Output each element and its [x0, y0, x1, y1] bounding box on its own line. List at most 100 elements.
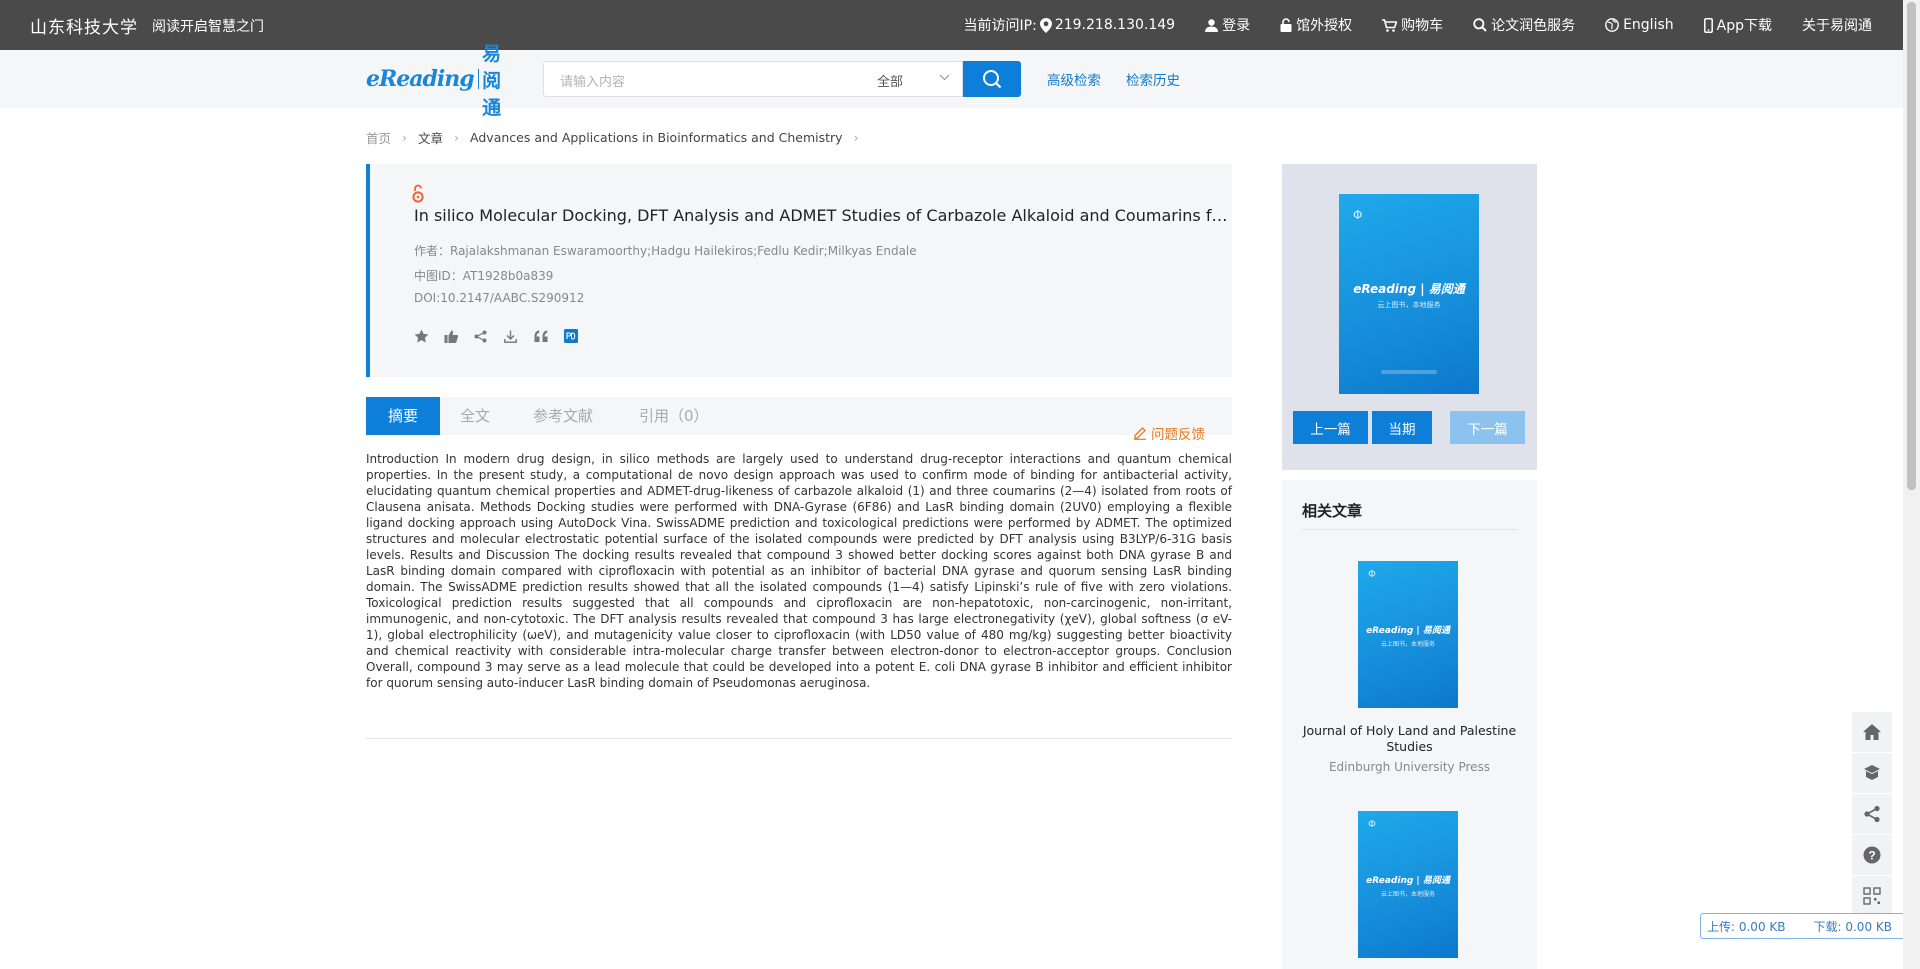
lock-icon	[1280, 18, 1292, 32]
cover-subtitle: 云上图书，本地服务	[1380, 891, 1436, 898]
cover-logo: eReading | 易阅通	[1353, 282, 1465, 296]
cart-link[interactable]: 购物车	[1382, 15, 1443, 35]
chevron-right-icon: ›	[402, 130, 408, 145]
cover-mark-icon: Φ	[1368, 819, 1376, 830]
search-icon	[983, 70, 1002, 89]
article-info-card: In silico Molecular Docking, DFT Analysi…	[366, 164, 1232, 377]
globe-icon	[1605, 18, 1619, 32]
bookshelf-button[interactable]	[1852, 753, 1892, 794]
cart-icon	[1382, 18, 1398, 32]
home-button[interactable]	[1852, 712, 1892, 753]
search-button[interactable]	[963, 61, 1021, 97]
login-label: 登录	[1222, 18, 1251, 34]
transfer-speed-widget: 上传: 0.00 KB 下载: 0.00 KB	[1700, 913, 1910, 939]
breadcrumb-articles[interactable]: 文章	[418, 128, 443, 147]
user-icon	[1205, 18, 1219, 32]
share-icon	[474, 330, 487, 342]
star-icon	[414, 329, 429, 343]
related-articles-panel: 相关文章 Φ eReading | 易阅通 云上图书，本地服务 Journal …	[1282, 480, 1537, 969]
location-pin-icon	[1039, 17, 1052, 33]
login-link[interactable]: 登录	[1205, 15, 1250, 35]
polish-service-label: 论文润色服务	[1491, 18, 1576, 34]
related-cover-image[interactable]: Φ eReading | 易阅通 云上图书，本地服务	[1358, 811, 1458, 958]
favorite-button[interactable]	[414, 327, 444, 345]
journal-cover-image[interactable]: Φ eReading | 易阅通 云上图书，本地服务	[1339, 194, 1479, 394]
chevron-right-icon: ›	[454, 130, 460, 145]
download-button[interactable]	[504, 327, 534, 345]
top-navigation-bar: 山东科技大学 阅读开启智慧之门 当前访问IP: 219.218.130.149 …	[0, 0, 1920, 50]
offsite-auth-link[interactable]: 馆外授权	[1280, 15, 1352, 35]
logo-separator	[477, 69, 479, 89]
search-header: eReading 易阅通 请输入内容 全部 高级检索 检索历史	[0, 43, 1920, 119]
quote-icon	[534, 330, 548, 342]
tab-references[interactable]: 参考文献	[533, 397, 593, 435]
tab-citations[interactable]: 引用（0）	[639, 397, 709, 435]
edit-icon	[1134, 427, 1146, 440]
feedback-label: 问题反馈	[1151, 427, 1205, 443]
ip-value: 219.218.130.149	[1054, 17, 1176, 33]
cover-logo: eReading | 易阅通	[1366, 876, 1450, 886]
pdf-icon	[564, 329, 578, 343]
qrcode-icon	[1863, 887, 1881, 905]
issue-navigation: 上一篇 当期 下一篇	[1293, 411, 1529, 444]
feedback-link[interactable]: 问题反馈	[1133, 423, 1205, 443]
app-download-link[interactable]: App下载	[1703, 15, 1772, 35]
advanced-search-link[interactable]: 高级检索	[1047, 69, 1101, 89]
open-access-icon	[412, 184, 424, 203]
like-button[interactable]	[444, 327, 474, 345]
cover-subtitle: 云上图书，本地服务	[1380, 641, 1436, 648]
chevron-down-icon[interactable]	[939, 74, 950, 81]
qrcode-button[interactable]	[1852, 876, 1892, 917]
page-scrollbar[interactable]	[1903, 0, 1920, 969]
help-icon: ?	[1863, 846, 1881, 864]
article-actions	[414, 327, 594, 345]
share-button[interactable]	[474, 327, 504, 345]
related-article-title[interactable]: Journal of Holy Land and Palestine Studi…	[1302, 723, 1517, 755]
prev-article-button[interactable]: 上一篇	[1293, 411, 1368, 444]
search-placeholder: 请输入内容	[560, 75, 626, 90]
related-heading: 相关文章	[1302, 500, 1517, 530]
cover-subtitle: 云上图书，本地服务	[1377, 301, 1441, 309]
current-issue-button[interactable]: 当期	[1372, 411, 1432, 444]
search-icon	[1473, 18, 1487, 32]
share-icon	[1864, 805, 1880, 823]
logo-cn: 易阅通	[482, 42, 502, 119]
search-scope-select[interactable]: 全部	[877, 71, 903, 90]
share-float-button[interactable]	[1852, 794, 1892, 835]
help-button[interactable]: ?	[1852, 835, 1892, 876]
breadcrumb-journal[interactable]: Advances and Applications in Bioinformat…	[470, 130, 843, 145]
cite-button[interactable]	[534, 327, 564, 345]
svg-text:?: ?	[1868, 848, 1875, 862]
related-cover-image[interactable]: Φ eReading | 易阅通 云上图书，本地服务	[1358, 561, 1458, 708]
tab-abstract[interactable]: 摘要	[366, 397, 440, 435]
about-link[interactable]: 关于易阅通	[1802, 15, 1872, 35]
breadcrumb-home[interactable]: 首页	[366, 128, 391, 147]
floating-toolbar: ?	[1852, 712, 1892, 917]
next-article-button[interactable]: 下一篇	[1450, 411, 1525, 444]
article-authors: 作者：Rajalakshmanan Eswaramoorthy;Hadgu Ha…	[414, 244, 917, 258]
upload-speed: 上传: 0.00 KB	[1707, 919, 1786, 934]
book-icon	[1864, 765, 1880, 780]
offsite-auth-label: 馆外授权	[1296, 18, 1353, 34]
search-history-link[interactable]: 检索历史	[1126, 69, 1180, 89]
cover-mark-icon: Φ	[1353, 208, 1363, 222]
article-clc-id: 中图ID：AT1928b0a839	[414, 269, 554, 283]
chevron-right-icon: ›	[853, 130, 859, 145]
language-switch[interactable]: English	[1605, 17, 1674, 33]
scrollbar-thumb[interactable]	[1907, 2, 1916, 490]
tab-fulltext[interactable]: 全文	[460, 397, 490, 435]
article-doi[interactable]: DOI:10.2147/AABC.S290912	[414, 291, 584, 305]
download-speed: 下载: 0.00 KB	[1813, 919, 1893, 934]
content-divider	[366, 738, 1232, 739]
related-article-publisher: Edinburgh University Press	[1328, 760, 1491, 774]
phone-icon	[1703, 17, 1713, 33]
thumbs-up-icon	[444, 330, 458, 343]
cart-label: 购物车	[1401, 18, 1444, 34]
search-input[interactable]: 请输入内容 全部	[543, 61, 963, 97]
ereading-logo[interactable]: eReading 易阅通	[366, 43, 512, 119]
pdf-button[interactable]	[564, 327, 594, 345]
breadcrumb: 首页 › 文章 › Advances and Applications in B…	[366, 128, 870, 147]
home-icon	[1863, 724, 1881, 740]
top-nav: 当前访问IP: 219.218.130.149 登录 馆外授权 购物车 论文润色…	[934, 0, 1872, 50]
polish-service-link[interactable]: 论文润色服务	[1473, 15, 1575, 35]
